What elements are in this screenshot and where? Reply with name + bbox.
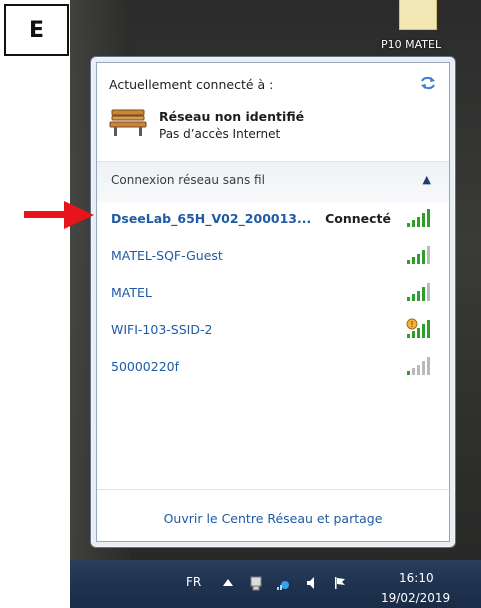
wifi-signal-weak-icon [407, 357, 430, 375]
wifi-network-row[interactable]: MATEL-SQF-Guest [97, 240, 449, 272]
usb-device-icon[interactable] [248, 575, 264, 591]
wifi-network-row[interactable]: WIFI-103-SSID-2 ! [97, 314, 449, 346]
wifi-network-name[interactable]: 50000220f [111, 359, 179, 374]
wifi-network-name[interactable]: DseeLab_65H_V02_200013... [111, 211, 311, 226]
action-center-flag-icon[interactable] [332, 575, 348, 591]
volume-icon[interactable] [304, 575, 320, 591]
flyout-panel: Actuellement connecté à : Réseau non ide… [96, 62, 450, 542]
wifi-connection-status: Connecté [325, 211, 391, 226]
red-arrow-annotation [24, 201, 94, 229]
svg-text:!: ! [410, 320, 413, 329]
refresh-icon[interactable] [419, 75, 437, 91]
wifi-signal-icon [407, 209, 430, 227]
network-tray-icon[interactable] [276, 575, 292, 591]
clock-date[interactable]: 19/02/2019 [381, 591, 450, 605]
show-hidden-icons-icon[interactable] [220, 575, 236, 591]
wifi-network-row[interactable]: 50000220f [97, 351, 449, 383]
wifi-network-row[interactable]: DseeLab_65H_V02_200013... Connecté [97, 203, 449, 235]
desktop-item-label[interactable]: P10 MATEL [381, 38, 441, 51]
bench-icon [109, 109, 147, 136]
wifi-network-name[interactable]: WIFI-103-SSID-2 [111, 322, 212, 337]
wifi-network-name[interactable]: MATEL [111, 285, 152, 300]
wifi-network-name[interactable]: MATEL-SQF-Guest [111, 248, 223, 263]
current-network-status: Pas d’accès Internet [159, 127, 281, 141]
clock-time[interactable]: 16:10 [399, 571, 434, 585]
wifi-signal-icon [407, 283, 430, 301]
footer-divider [97, 489, 449, 490]
wifi-signal-secured-icon: ! [406, 318, 430, 338]
connected-header: Actuellement connecté à : [109, 77, 274, 92]
desktop-file-icon[interactable] [399, 0, 437, 30]
figure-label: E [4, 4, 69, 56]
chevron-up-icon[interactable]: ▲ [423, 173, 431, 186]
wifi-network-row[interactable]: MATEL [97, 277, 449, 309]
open-network-center-link[interactable]: Ouvrir le Centre Réseau et partage [97, 511, 449, 526]
network-flyout: Actuellement connecté à : Réseau non ide… [90, 56, 456, 548]
language-indicator[interactable]: FR [186, 575, 201, 589]
wifi-signal-icon [407, 246, 430, 264]
wireless-section-title: Connexion réseau sans fil [111, 173, 265, 187]
current-network-name: Réseau non identifié [159, 109, 305, 124]
